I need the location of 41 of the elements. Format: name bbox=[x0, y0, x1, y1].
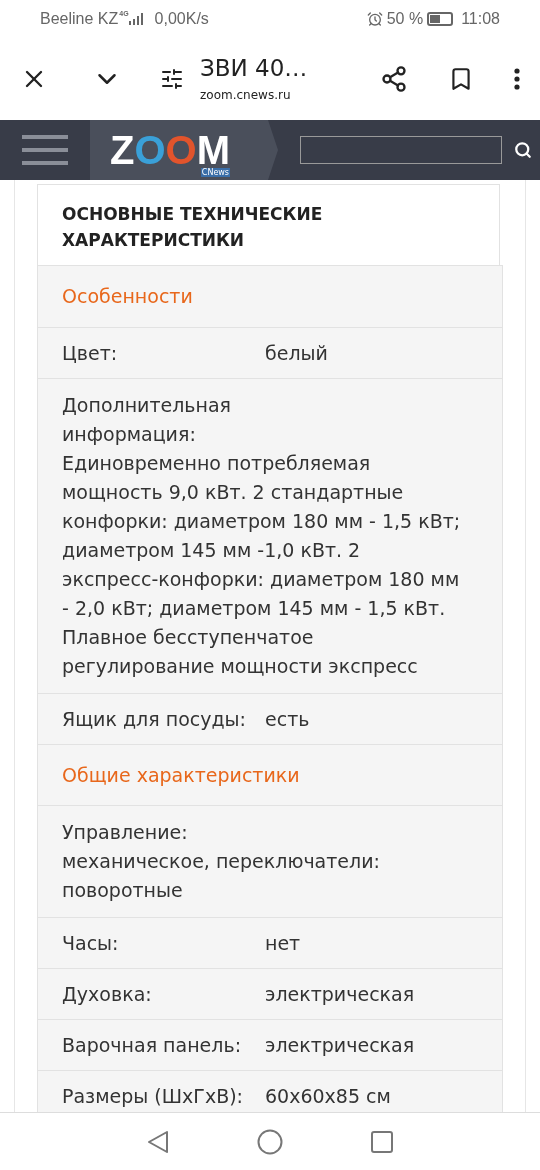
share-button[interactable] bbox=[380, 65, 408, 93]
section-title: Общие характеристики bbox=[62, 763, 300, 786]
home-icon[interactable] bbox=[257, 1128, 283, 1155]
logo-subtitle: CNews bbox=[200, 168, 230, 177]
signal-icon bbox=[128, 13, 143, 25]
spec-value: электрическая bbox=[265, 982, 415, 1007]
spec-value: электрическая bbox=[265, 1033, 415, 1058]
spec-value: Единовременно потребляемая мощность 9,0 кВт. 2 стандартные конфорки: диаметром 180 мм - 1,5 кВт; диаметром 145 мм -1,0 кВт. 2 экспресс-конфорки: диаметром 180 мм - 2,0 кВт; диаметром 145 мм - 1,5 кВт. Плавное бесступенчатое регулирование мощности экспресс bbox=[62, 450, 462, 679]
search-field[interactable] bbox=[300, 136, 502, 164]
spec-label: Размеры (ШxГxВ): bbox=[62, 1084, 244, 1109]
spec-label: Часы: bbox=[62, 931, 120, 956]
spec-label: Духовка: bbox=[62, 982, 153, 1007]
spec-label: Управление: bbox=[62, 820, 189, 845]
network-speed: 0,00K/s bbox=[154, 9, 209, 29]
section-title: Особенности bbox=[62, 285, 193, 307]
search-icon bbox=[514, 141, 532, 159]
page-title: ЗВИ 40… bbox=[200, 54, 309, 82]
page-url: zoom.cnews.ru bbox=[200, 87, 292, 104]
battery-percent: 50 % bbox=[386, 9, 424, 29]
spec-label: Дополнительная информация: bbox=[62, 392, 233, 447]
settings-button[interactable] bbox=[160, 67, 184, 91]
spec-value: есть bbox=[265, 706, 310, 732]
search-button[interactable] bbox=[514, 141, 532, 159]
spec-label: Ящик для посуды: bbox=[62, 706, 247, 732]
spec-label: Цвет: bbox=[62, 340, 119, 366]
more-button[interactable] bbox=[514, 68, 520, 90]
spec-value: 60x60x85 см bbox=[265, 1084, 391, 1109]
spec-label: Варочная панель: bbox=[62, 1033, 243, 1058]
spec-value: нет bbox=[265, 931, 301, 956]
alarm-icon bbox=[366, 11, 383, 27]
spec-value: белый bbox=[265, 340, 328, 366]
spec-value: механическое, переключатели: поворотные bbox=[62, 849, 381, 903]
back-icon[interactable] bbox=[147, 1129, 169, 1154]
more-icon bbox=[514, 68, 520, 90]
battery-icon bbox=[427, 12, 454, 26]
recents-icon[interactable] bbox=[371, 1130, 393, 1153]
share-icon bbox=[380, 65, 408, 93]
clock-time: 11:08 bbox=[461, 9, 500, 29]
carrier-name: Beeline KZ bbox=[40, 9, 119, 29]
sliders-icon bbox=[160, 67, 184, 91]
section-heading: ОСНОВНЫЕ ТЕХНИЧЕСКИЕ ХАРАКТЕРИСТИКИ bbox=[62, 203, 324, 252]
